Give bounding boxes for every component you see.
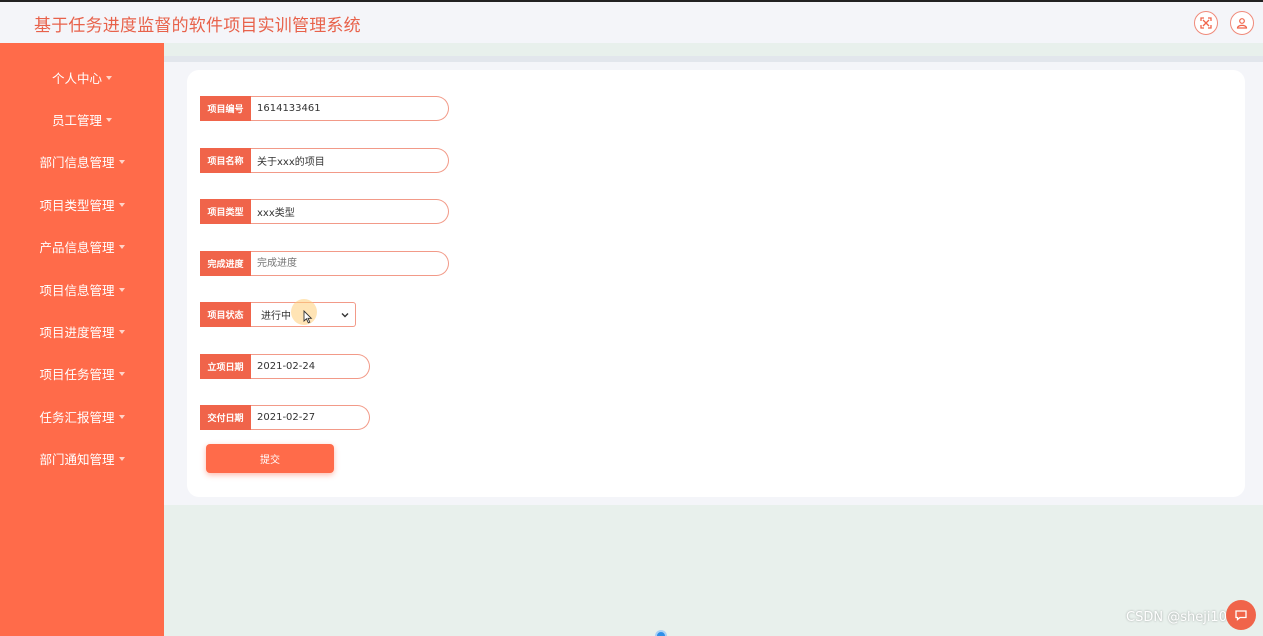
caret-down-icon bbox=[118, 372, 125, 377]
caret-down-icon bbox=[118, 330, 125, 335]
progress-label: 完成进度 bbox=[200, 251, 251, 276]
caret-down-icon bbox=[106, 118, 112, 123]
sidebar: 个人中心 员工管理 部门信息管理 项目类型管理 产品信息管理 项目信息管理 项目… bbox=[0, 43, 164, 636]
user-button[interactable] bbox=[1230, 11, 1254, 35]
caret-down-icon bbox=[118, 245, 125, 250]
project-name-input[interactable] bbox=[251, 148, 449, 173]
scroll-indicator bbox=[655, 630, 667, 636]
caret-down-icon bbox=[118, 202, 125, 207]
project-number-label: 项目编号 bbox=[200, 96, 251, 121]
sidebar-item-project-type[interactable]: 项目类型管理 bbox=[0, 183, 164, 225]
fullscreen-icon bbox=[1200, 17, 1212, 29]
status-select-value: 进行中 bbox=[261, 311, 291, 322]
project-number-field: 项目编号 bbox=[200, 96, 449, 121]
sidebar-item-project-task[interactable]: 项目任务管理 bbox=[0, 353, 164, 395]
start-date-input[interactable] bbox=[251, 354, 370, 379]
sidebar-item-department[interactable]: 部门信息管理 bbox=[0, 141, 164, 183]
app-title: 基于任务进度监督的软件项目实训管理系统 bbox=[34, 16, 361, 36]
chat-icon bbox=[1235, 610, 1247, 621]
project-name-label: 项目名称 bbox=[200, 148, 251, 173]
delivery-date-field: 交付日期 bbox=[200, 405, 370, 430]
delivery-date-input[interactable] bbox=[251, 405, 370, 430]
sidebar-item-department-notice[interactable]: 部门通知管理 bbox=[0, 438, 164, 480]
top-bar: 基于任务进度监督的软件项目实训管理系统 bbox=[0, 0, 1263, 43]
sidebar-item-product[interactable]: 产品信息管理 bbox=[0, 226, 164, 268]
sidebar-item-personal-center[interactable]: 个人中心 bbox=[0, 56, 164, 98]
delivery-date-label: 交付日期 bbox=[200, 405, 251, 430]
caret-down-icon bbox=[118, 457, 125, 462]
caret-down-icon bbox=[118, 160, 125, 165]
chevron-down-icon bbox=[341, 312, 349, 317]
submit-button[interactable]: 提交 bbox=[206, 444, 334, 473]
start-date-label: 立项日期 bbox=[200, 354, 251, 379]
user-icon bbox=[1236, 18, 1248, 29]
project-number-input[interactable] bbox=[251, 96, 449, 121]
project-type-input[interactable] bbox=[251, 199, 449, 224]
sidebar-item-project-info[interactable]: 项目信息管理 bbox=[0, 268, 164, 310]
start-date-field: 立项日期 bbox=[200, 354, 370, 379]
sidebar-item-employee[interactable]: 员工管理 bbox=[0, 98, 164, 140]
status-field: 项目状态 进行中 bbox=[200, 302, 356, 327]
sidebar-item-task-report[interactable]: 任务汇报管理 bbox=[0, 395, 164, 437]
caret-down-icon bbox=[118, 414, 125, 419]
sidebar-item-project-progress[interactable]: 项目进度管理 bbox=[0, 310, 164, 352]
project-type-field: 项目类型 bbox=[200, 199, 449, 224]
watermark: CSDN @sheji101 bbox=[1126, 610, 1236, 625]
status-label: 项目状态 bbox=[200, 302, 251, 327]
mouse-cursor-icon bbox=[303, 310, 313, 324]
project-type-label: 项目类型 bbox=[200, 199, 251, 224]
fullscreen-button[interactable] bbox=[1194, 11, 1218, 35]
form-card bbox=[187, 70, 1245, 497]
caret-down-icon bbox=[106, 75, 112, 80]
caret-down-icon bbox=[118, 287, 125, 292]
progress-field: 完成进度 bbox=[200, 251, 449, 276]
project-name-field: 项目名称 bbox=[200, 148, 449, 173]
progress-input[interactable] bbox=[251, 251, 449, 276]
floating-action-button[interactable] bbox=[1226, 600, 1256, 630]
